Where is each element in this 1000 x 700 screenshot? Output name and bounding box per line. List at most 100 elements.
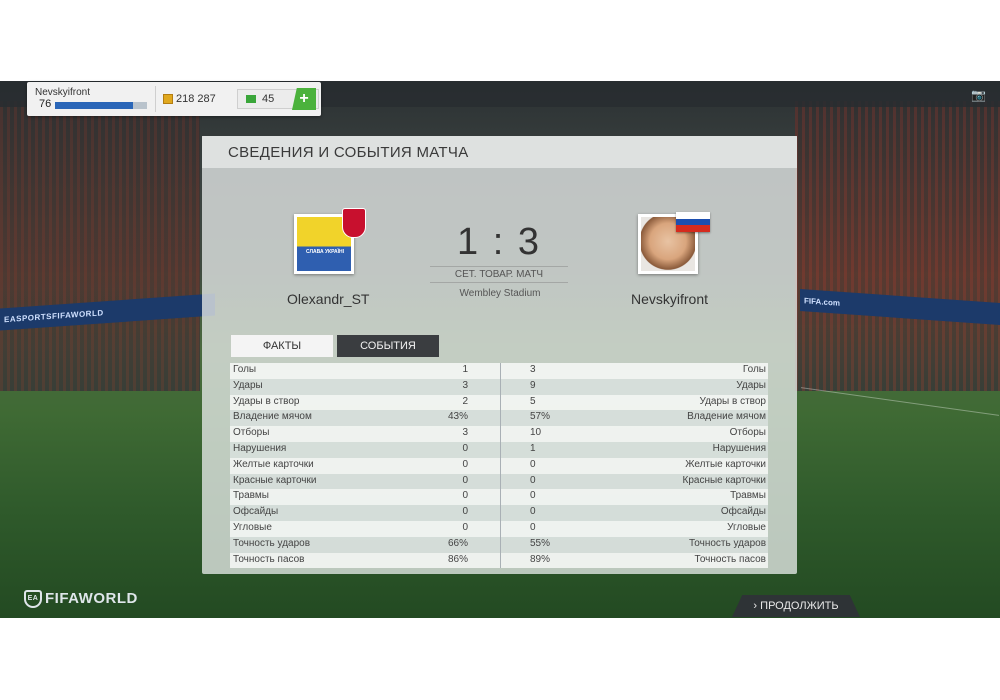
stat-label-left: Красные карточки xyxy=(233,474,317,486)
coins-count: 218 287 xyxy=(176,93,216,105)
club-crest-icon xyxy=(342,208,366,238)
stat-value-right: 10 xyxy=(530,427,542,439)
stat-value-right: 57% xyxy=(530,411,551,423)
stat-value-left: 2 xyxy=(462,395,468,407)
stat-label-right: Красные карточки xyxy=(682,474,766,486)
stat-label-left: Владение мячом xyxy=(233,411,312,423)
stat-value-left: 1 xyxy=(462,364,468,375)
stat-value-right: 9 xyxy=(530,379,536,391)
stat-row: Угловые 0 0 Угловые xyxy=(230,520,768,537)
stat-row: Владение мячом 43% 57% Владение мячом xyxy=(230,410,768,427)
xp-progress-fill xyxy=(55,102,134,109)
stat-row: Нарушения 0 1 Нарушения xyxy=(230,441,768,458)
stat-label-left: Удары xyxy=(233,379,263,391)
pitch-line xyxy=(800,387,1000,416)
stat-value-left: 0 xyxy=(462,521,468,533)
stadium-name: Wembley Stadium xyxy=(459,288,541,299)
stat-value-left: 3 xyxy=(462,379,468,391)
fifa-world-logo: EA FIFAWORLD xyxy=(24,590,138,609)
stat-row: Желтые карточки 0 0 Желтые карточки xyxy=(230,457,768,474)
continue-label: ПРОДОЛЖИТЬ xyxy=(760,600,839,612)
stats-divider xyxy=(500,363,501,568)
chevron-right-icon: › xyxy=(753,600,758,612)
stat-label-left: Удары в створ xyxy=(233,395,300,407)
stat-label-left: Желтые карточки xyxy=(233,458,314,470)
stat-label-left: Точность пасов xyxy=(233,553,305,565)
stat-value-right: 89% xyxy=(530,553,551,565)
divider xyxy=(155,86,156,112)
stat-value-left: 0 xyxy=(462,506,468,518)
panel-title: СВЕДЕНИЯ И СОБЫТИЯ МАТЧА xyxy=(228,144,469,161)
stat-label-left: Отборы xyxy=(233,427,270,439)
tab-events[interactable]: СОБЫТИЯ xyxy=(337,335,439,357)
camera-icon[interactable]: 📷 xyxy=(971,88,986,102)
stat-value-left: 0 xyxy=(462,474,468,486)
stat-value-right: 55% xyxy=(530,537,551,549)
match-score: 1 : 3 xyxy=(457,221,541,263)
stat-label-right: Удары xyxy=(736,379,766,391)
stat-value-left: 86% xyxy=(447,553,468,565)
fifa-points-icon xyxy=(246,95,256,103)
panel-header: СВЕДЕНИЯ И СОБЫТИЯ МАТЧА xyxy=(202,136,797,168)
stat-value-right: 0 xyxy=(530,506,536,518)
stat-label-left: Травмы xyxy=(233,490,269,502)
stats-table: Голы 1 3 Голы Удары 3 9 Удары Удары в створ 2 5 Уда… xyxy=(230,363,768,569)
stat-label-left: Голы xyxy=(233,364,257,375)
stat-label-right: Желтые карточки xyxy=(685,458,766,470)
stat-label-right: Офсайды xyxy=(720,506,766,518)
player-name: Nevskyifront xyxy=(35,87,91,98)
left-team-name: Olexandr_ST xyxy=(287,291,370,307)
stat-row: Отборы 3 10 Отборы xyxy=(230,426,768,442)
tab-facts[interactable]: ФАКТЫ xyxy=(231,335,333,357)
stat-value-right: 1 xyxy=(530,442,536,454)
crowd-left xyxy=(0,101,200,391)
stat-label-right: Нарушения xyxy=(712,442,766,454)
stat-label-right: Отборы xyxy=(729,427,766,439)
stat-row: Красные карточки 0 0 Красные карточки xyxy=(230,473,768,490)
stat-value-right: 0 xyxy=(530,474,536,486)
stat-label-right: Владение мячом xyxy=(687,411,766,423)
stat-label-left: Офсайды xyxy=(233,506,279,518)
stat-value-left: 0 xyxy=(462,490,468,502)
brand-text: FIFAWORLD xyxy=(45,590,138,607)
russia-flag-icon xyxy=(676,212,710,232)
right-team-name: Nevskyifront xyxy=(631,291,709,307)
fifa-points-count: 45 xyxy=(262,93,275,105)
player-info-box: Nevskyifront 76 218 287 45 xyxy=(27,82,321,116)
stat-value-right: 5 xyxy=(530,395,536,407)
stat-row: Точность ударов 66% 55% Точность ударов xyxy=(230,536,768,553)
stat-value-right: 0 xyxy=(530,490,536,502)
stat-label-right: Угловые xyxy=(727,521,766,533)
continue-button[interactable]: › ПРОДОЛЖИТЬ xyxy=(732,595,860,617)
stat-label-left: Угловые xyxy=(233,521,272,533)
stat-value-right: 0 xyxy=(530,521,536,533)
stat-row: Голы 1 3 Голы xyxy=(230,363,768,379)
match-type: СЕТ. ТОВАР. МАТЧ xyxy=(430,266,568,283)
stat-value-left: 66% xyxy=(447,537,468,549)
stat-row: Удары в створ 2 5 Удары в створ xyxy=(230,394,768,411)
stat-value-left: 0 xyxy=(462,458,468,470)
stat-label-right: Точность ударов xyxy=(688,537,766,549)
left-badge-text: СЛАВА УКРАЇНІ xyxy=(305,249,344,255)
player-level: 76 xyxy=(39,98,52,110)
stat-label-right: Точность пасов xyxy=(694,553,767,565)
stat-label-left: Точность ударов xyxy=(233,537,311,549)
stat-value-left: 0 xyxy=(462,442,468,454)
crowd-right xyxy=(795,101,1000,391)
coin-icon xyxy=(163,94,173,104)
stat-label-right: Травмы xyxy=(730,490,766,502)
stat-value-left: 3 xyxy=(462,427,468,439)
stat-label-left: Нарушения xyxy=(233,442,287,454)
stat-row: Офсайды 0 0 Офсайды xyxy=(230,505,768,521)
stat-row: Удары 3 9 Удары xyxy=(230,378,768,395)
stat-value-right: 0 xyxy=(530,458,536,470)
stat-row: Травмы 0 0 Травмы xyxy=(230,489,768,506)
stat-label-right: Удары в створ xyxy=(699,395,767,407)
stat-value-left: 43% xyxy=(447,411,468,423)
stat-value-right: 3 xyxy=(530,364,536,375)
match-facts-panel: СВЕДЕНИЯ И СОБЫТИЯ МАТЧА СЛАВА УКРАЇНІ O… xyxy=(202,136,797,574)
xp-progress-bar xyxy=(55,102,147,109)
ea-logo-icon: EA xyxy=(24,590,42,609)
stat-label-right: Голы xyxy=(742,364,766,375)
stat-row: Точность пасов 86% 89% Точность пасов xyxy=(230,552,768,569)
